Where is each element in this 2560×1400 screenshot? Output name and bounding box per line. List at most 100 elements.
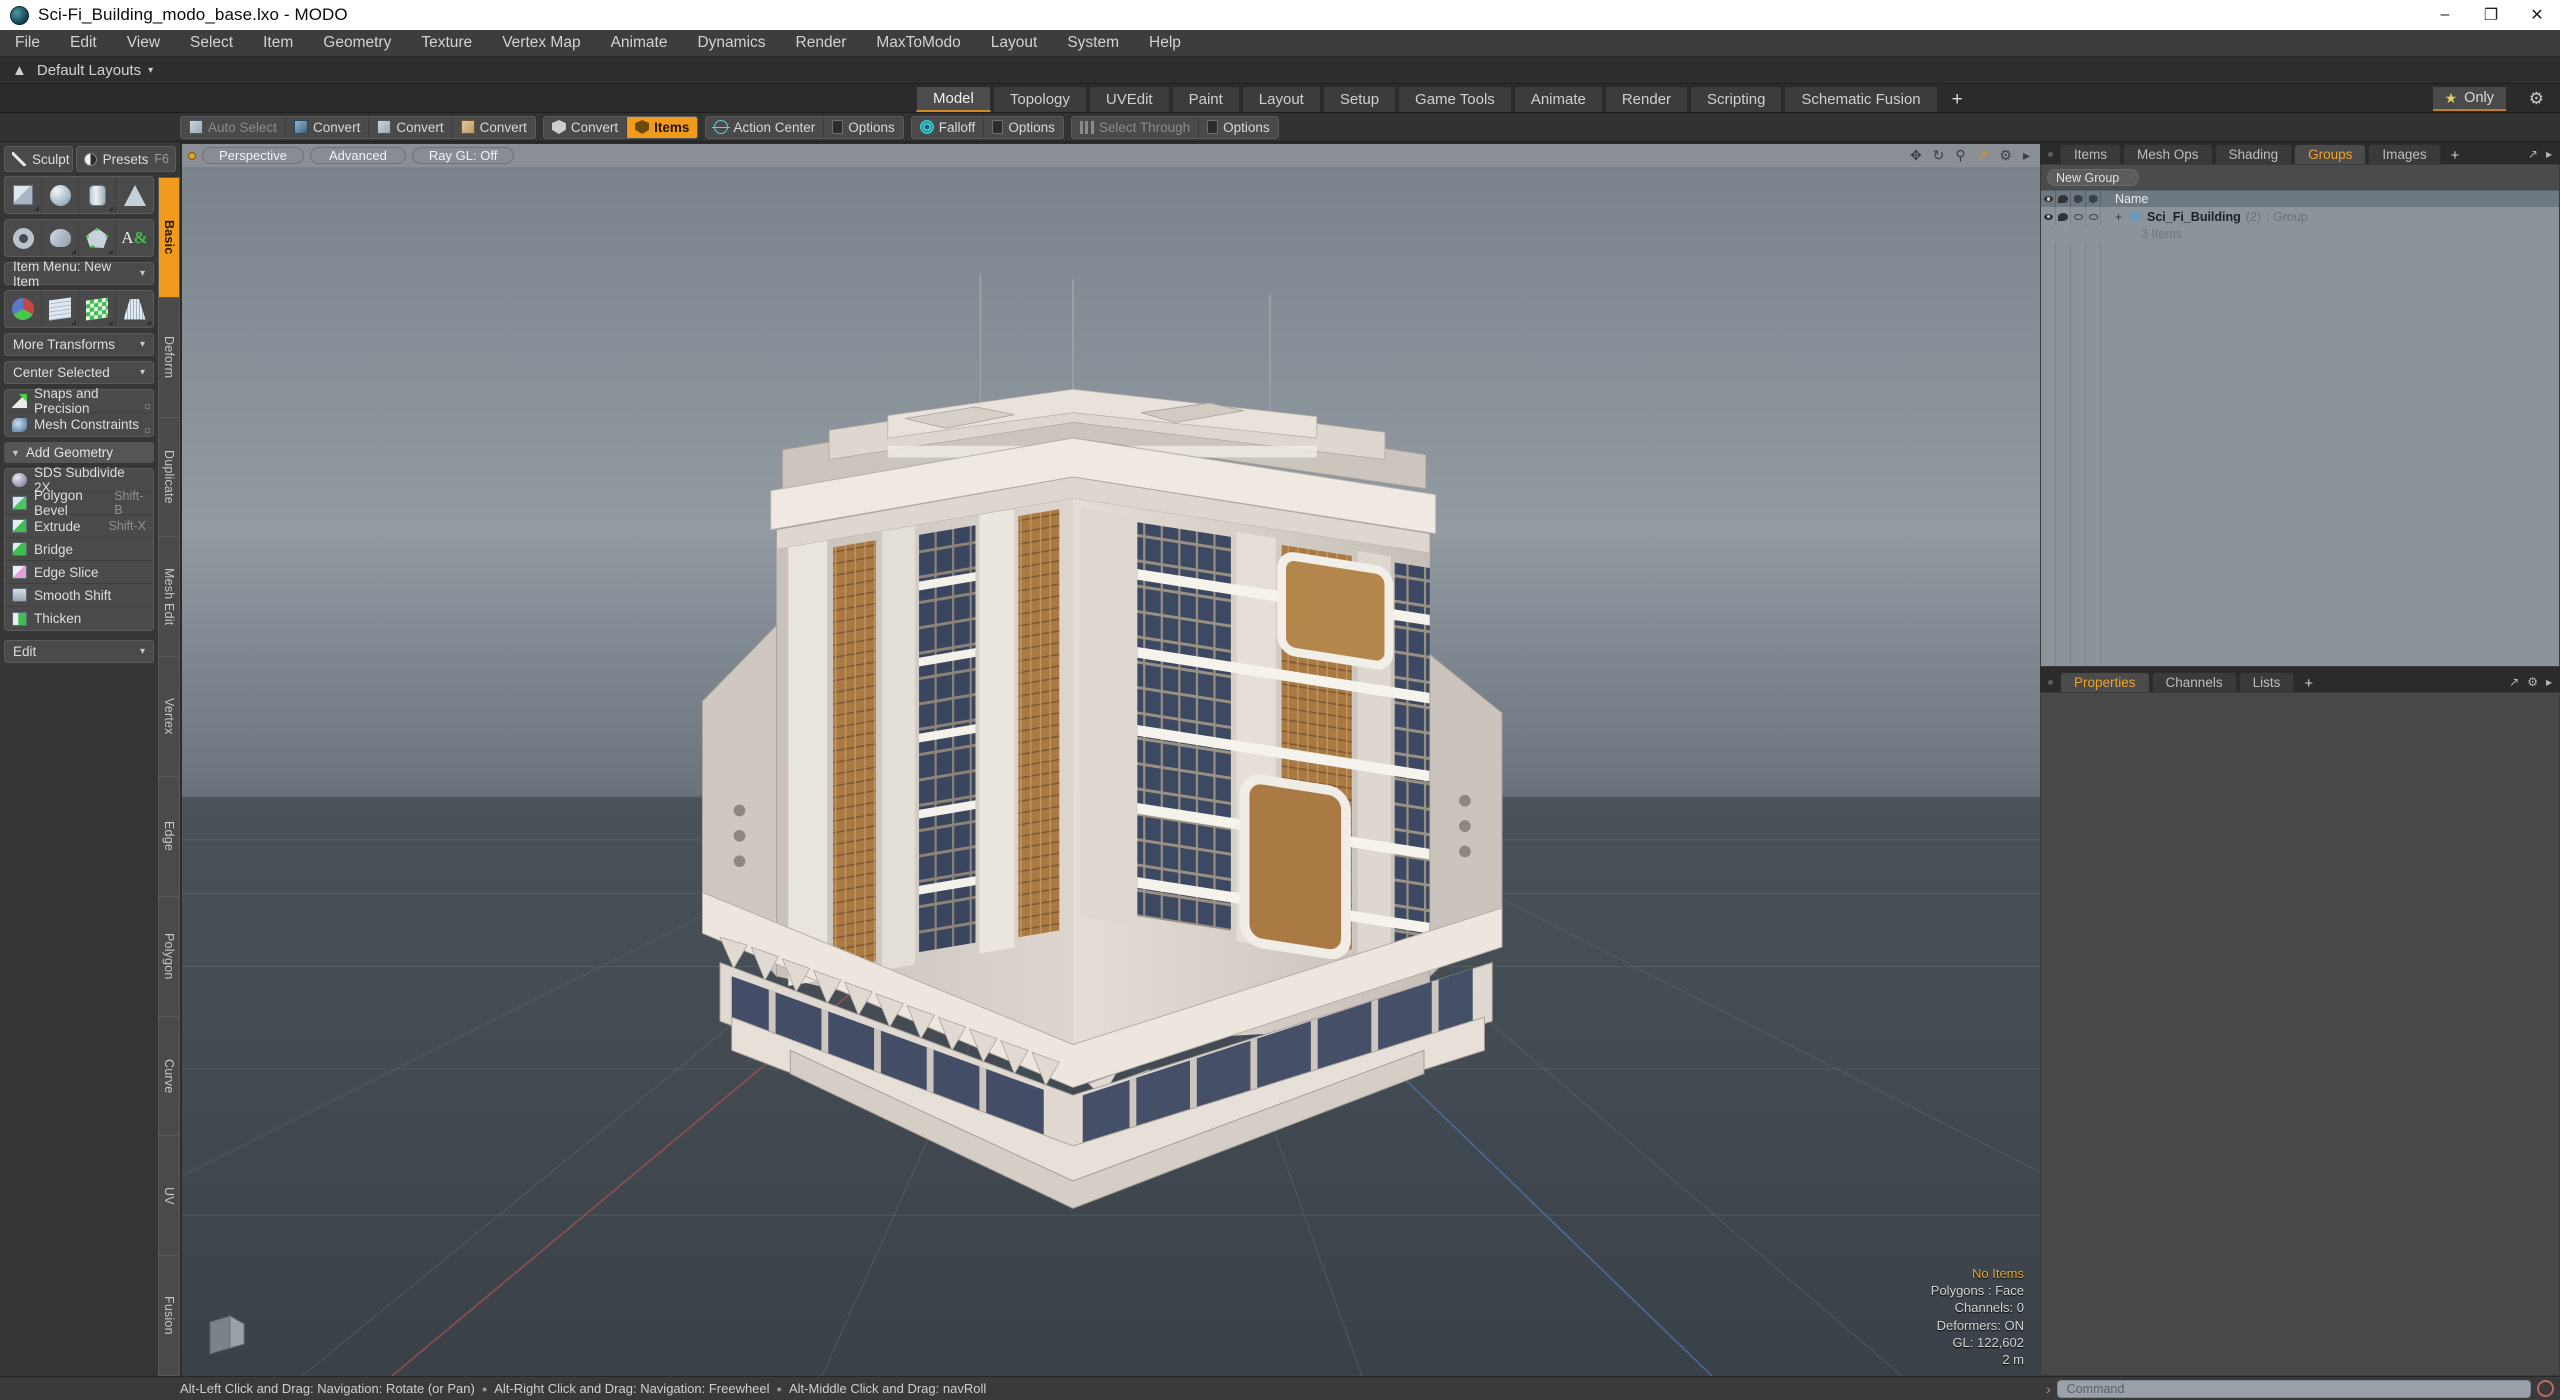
tab-setup[interactable]: Setup xyxy=(1322,86,1397,112)
tab-animate[interactable]: Animate xyxy=(1513,86,1603,112)
add-geometry-header[interactable]: ▼ Add Geometry xyxy=(4,442,154,463)
tool-falloff-options[interactable]: Options xyxy=(984,117,1063,138)
rp-add-tab-button[interactable]: + xyxy=(2443,147,2468,164)
viewport-menu-dot[interactable] xyxy=(188,151,196,160)
material-column-header[interactable] xyxy=(2056,190,2071,208)
primitive-tube[interactable] xyxy=(42,220,79,256)
presets-button[interactable]: Presets F6 xyxy=(75,146,176,172)
bottom-add-tab-button[interactable]: + xyxy=(2296,675,2321,692)
tool-select-through[interactable]: Select Through xyxy=(1072,116,1200,138)
only-toggle-button[interactable]: ★ Only xyxy=(2432,87,2506,111)
tab-topology[interactable]: Topology xyxy=(992,86,1087,112)
more-transforms-dropdown[interactable]: More Transforms ▾ xyxy=(4,333,154,356)
tab-game-tools[interactable]: Game Tools xyxy=(1398,86,1512,112)
tool-transform-gizmo[interactable] xyxy=(5,291,42,327)
tab-render[interactable]: Render xyxy=(1604,86,1689,112)
action-extrude[interactable]: Extrude Shift-X xyxy=(5,515,153,538)
row-lock-toggle[interactable] xyxy=(2086,207,2101,226)
maximize-button[interactable]: ❐ xyxy=(2468,0,2514,30)
vtab-polygon[interactable]: Polygon xyxy=(158,895,180,1016)
panel-menu-dot[interactable] xyxy=(2048,680,2053,685)
primitive-sphere[interactable] xyxy=(42,177,79,213)
tool-quad[interactable] xyxy=(79,291,116,327)
visibility-column-header[interactable] xyxy=(2041,190,2056,208)
tool-items-mode[interactable]: Items xyxy=(627,116,698,138)
tab-scripting[interactable]: Scripting xyxy=(1690,86,1783,112)
primitive-cube[interactable] xyxy=(5,177,42,213)
zoom-icon[interactable]: ⚲ xyxy=(1955,147,1965,164)
window-controls[interactable]: – ❐ ✕ xyxy=(2422,0,2560,30)
tool-convert-edge[interactable]: Convert xyxy=(369,116,453,138)
edit-dropdown[interactable]: Edit ▾ xyxy=(4,640,154,663)
action-edge-slice[interactable]: Edge Slice xyxy=(5,561,153,584)
action-thicken[interactable]: Thicken xyxy=(5,607,153,630)
vtab-curve[interactable]: Curve xyxy=(158,1015,180,1136)
gear-icon[interactable]: ⚙ xyxy=(1999,147,2012,164)
menu-item-dynamics[interactable]: Dynamics xyxy=(682,30,780,57)
rp-tab-properties[interactable]: Properties xyxy=(2060,672,2150,692)
menu-item-select[interactable]: Select xyxy=(175,30,248,57)
fit-icon[interactable]: ↗ xyxy=(1977,147,1989,164)
record-icon[interactable] xyxy=(2537,1380,2554,1397)
action-polygon-bevel[interactable]: Polygon Bevel Shift-B xyxy=(5,488,153,518)
render-column-header[interactable] xyxy=(2071,190,2086,208)
row-render-toggle[interactable] xyxy=(2071,207,2086,226)
new-group-button[interactable]: New Group xyxy=(2047,169,2139,186)
tool-auto-select[interactable]: Auto Select xyxy=(181,116,287,138)
viewport-projection-dropdown[interactable]: Perspective xyxy=(202,147,304,164)
lock-column-header[interactable] xyxy=(2086,190,2101,208)
menu-item-maxtomodo[interactable]: MaxToModo xyxy=(861,30,975,57)
tab-model[interactable]: Model xyxy=(916,86,991,112)
primitive-polygon[interactable] xyxy=(79,220,116,256)
tool-action-center-options[interactable]: Options xyxy=(824,117,903,138)
3d-viewport[interactable]: No Items Polygons : Face Channels: 0 Def… xyxy=(182,167,2040,1376)
menu-item-help[interactable]: Help xyxy=(1134,30,1196,57)
arrow-right-icon[interactable]: ▸ xyxy=(2546,147,2552,161)
center-selected-dropdown[interactable]: Center Selected ▾ xyxy=(4,361,154,384)
row-visibility-toggle[interactable] xyxy=(2041,207,2056,226)
rp-tab-shading[interactable]: Shading xyxy=(2214,144,2293,164)
vtab-vertex[interactable]: Vertex xyxy=(158,656,180,776)
row-name-cell[interactable]: + Sci_Fi_Building (2) : Group xyxy=(2101,210,2308,224)
add-tab-button[interactable]: + xyxy=(1940,88,1975,112)
tab-layout[interactable]: Layout xyxy=(1241,86,1321,112)
menu-item-system[interactable]: System xyxy=(1052,30,1134,57)
menu-item-render[interactable]: Render xyxy=(781,30,862,57)
tool-select-through-options[interactable]: Options xyxy=(1199,117,1278,138)
menu-item-texture[interactable]: Texture xyxy=(406,30,487,57)
tool-convert-polygon[interactable]: Convert xyxy=(453,117,535,138)
rp-tab-mesh-ops[interactable]: Mesh Ops xyxy=(2123,144,2213,164)
command-input[interactable]: Command xyxy=(2056,1379,2531,1398)
menu-item-item[interactable]: Item xyxy=(248,30,308,57)
panel-menu-dot[interactable] xyxy=(2048,152,2053,157)
item-menu-dropdown[interactable]: Item Menu: New Item ▾ xyxy=(4,259,154,289)
tab-paint[interactable]: Paint xyxy=(1171,86,1240,112)
expand-icon[interactable]: ↗ xyxy=(2509,675,2519,689)
primitive-cylinder[interactable] xyxy=(79,177,116,213)
snaps-and-precision-row[interactable]: Snaps and Precision xyxy=(5,386,153,416)
rp-tab-images[interactable]: Images xyxy=(2368,144,2441,164)
rotate-icon[interactable]: ↻ xyxy=(1933,147,1945,164)
menu-item-file[interactable]: File xyxy=(0,30,55,57)
rp-tab-channels[interactable]: Channels xyxy=(2151,672,2237,692)
vtab-fusion[interactable]: Fusion xyxy=(158,1255,180,1376)
action-bridge[interactable]: Bridge xyxy=(5,538,153,561)
menu-item-layout[interactable]: Layout xyxy=(976,30,1053,57)
expand-icon[interactable]: ↗ xyxy=(2528,147,2538,161)
vtab-mesh-edit[interactable]: Mesh Edit xyxy=(158,536,180,657)
tool-convert-vertex[interactable]: Convert xyxy=(286,116,370,138)
vtab-deform[interactable]: Deform xyxy=(158,296,180,417)
sculpt-button[interactable]: Sculpt xyxy=(4,146,73,172)
arrow-right-icon[interactable]: ▸ xyxy=(2023,147,2030,164)
sci-fi-building-model[interactable] xyxy=(182,167,2040,1376)
vtab-edge[interactable]: Edge xyxy=(158,775,180,896)
action-smooth-shift[interactable]: Smooth Shift xyxy=(5,584,153,607)
default-layouts-label[interactable]: Default Layouts xyxy=(37,62,141,79)
menu-item-animate[interactable]: Animate xyxy=(596,30,683,57)
tool-convert-items[interactable]: Convert xyxy=(544,116,628,138)
vtab-uv[interactable]: UV xyxy=(158,1135,180,1256)
vtab-basic[interactable]: Basic xyxy=(158,177,180,297)
primitive-torus[interactable] xyxy=(5,220,42,256)
viewport-raygl-dropdown[interactable]: Ray GL: Off xyxy=(411,147,515,164)
pan-icon[interactable]: ✥ xyxy=(1910,147,1922,164)
